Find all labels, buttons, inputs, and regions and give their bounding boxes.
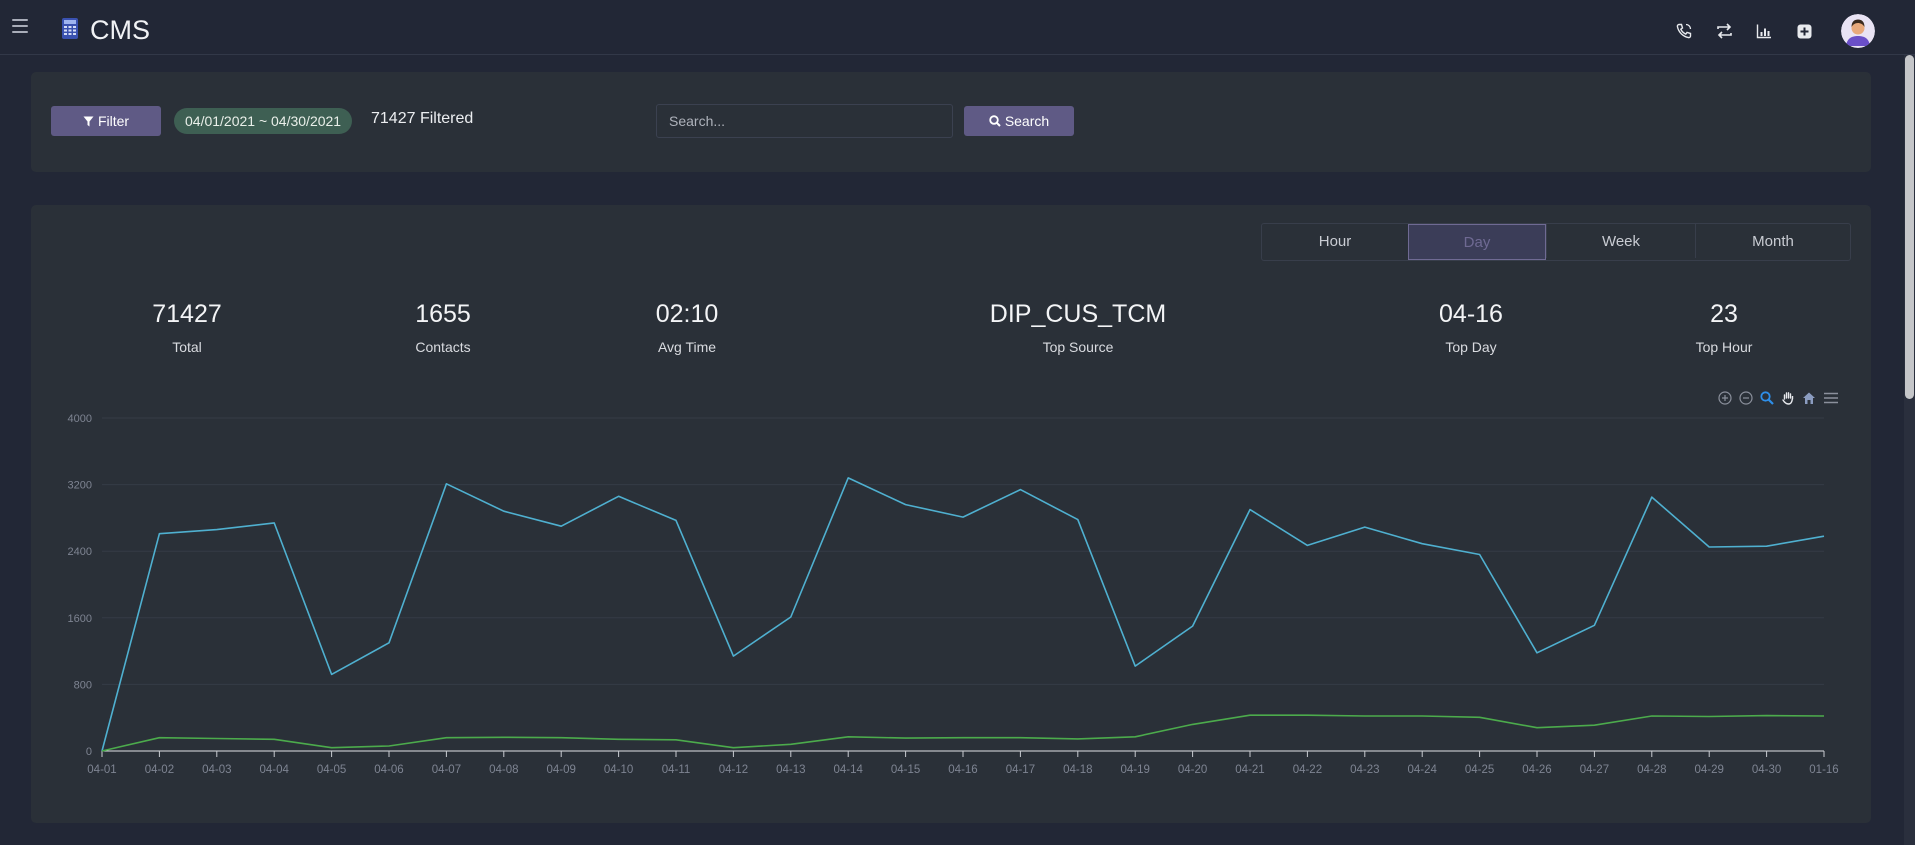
x-tick-label: 04-21 xyxy=(1235,764,1264,776)
x-tick-label: 04-25 xyxy=(1465,764,1494,776)
filter-button[interactable]: Filter xyxy=(51,106,161,136)
top-navbar: CMS xyxy=(0,0,1915,55)
x-tick-label: 04-05 xyxy=(317,764,346,776)
x-tick-label: 04-13 xyxy=(776,764,805,776)
page-scrollbar[interactable] xyxy=(1904,55,1915,845)
x-tick-label: 04-18 xyxy=(1063,764,1092,776)
x-tick-label: 04-15 xyxy=(891,764,920,776)
search-input[interactable] xyxy=(656,104,953,138)
x-tick-label: 04-29 xyxy=(1694,764,1723,776)
x-tick-label: 04-16 xyxy=(948,764,977,776)
x-tick-label: 04-17 xyxy=(1006,764,1035,776)
y-tick-label: 4000 xyxy=(68,413,92,425)
x-tick-label: 04-12 xyxy=(719,764,748,776)
x-tick-label: 04-02 xyxy=(145,764,174,776)
x-tick-label: 04-06 xyxy=(374,764,403,776)
x-tick-label: 04-01 xyxy=(87,764,116,776)
y-tick-label: 0 xyxy=(86,746,92,758)
search-button-label: Search xyxy=(1004,113,1050,129)
x-tick-label: 04-09 xyxy=(546,764,575,776)
phone-call-icon[interactable] xyxy=(1671,18,1697,44)
x-tick-label: 04-11 xyxy=(662,764,691,776)
date-range-badge[interactable]: 04/01/2021 ~ 04/30/2021 xyxy=(174,108,353,134)
y-tick-label: 800 xyxy=(74,679,92,691)
swap-arrows-icon[interactable] xyxy=(1711,18,1737,44)
y-tick-label: 1600 xyxy=(68,613,92,625)
filter-button-label: Filter xyxy=(97,113,130,129)
x-tick-label: 04-24 xyxy=(1407,764,1437,776)
series-line-2 xyxy=(101,714,1825,752)
y-tick-label: 3200 xyxy=(68,480,92,492)
x-tick-label: 04-23 xyxy=(1350,764,1379,776)
user-avatar[interactable] xyxy=(1841,14,1875,48)
y-tick-label: 2400 xyxy=(68,546,92,558)
x-tick-label: 04-20 xyxy=(1178,764,1207,776)
hamburger-menu-icon[interactable] xyxy=(12,19,28,33)
app-title: CMS xyxy=(90,15,150,45)
x-tick-label: 04-08 xyxy=(489,764,518,776)
add-square-icon[interactable] xyxy=(1791,18,1817,44)
x-tick-label: 04-14 xyxy=(833,764,863,776)
calculator-logo-icon xyxy=(62,18,78,39)
x-tick-label: 04-26 xyxy=(1522,764,1551,776)
search-icon xyxy=(989,115,1001,127)
filtered-count: 71427 Filtered xyxy=(371,110,474,127)
bar-chart-icon[interactable] xyxy=(1751,18,1777,44)
x-tick-label: 04-19 xyxy=(1120,764,1149,776)
x-tick-label: 04-03 xyxy=(202,764,231,776)
x-tick-label: 01-16 xyxy=(1809,764,1838,776)
search-button[interactable]: Search xyxy=(964,106,1074,136)
x-tick-label: 04-30 xyxy=(1752,764,1781,776)
chart-card: Hour Day Week Month 71427 Total 1655 Con… xyxy=(31,205,1871,823)
line-chart: 0 800 1600 2400 3200 4000 04-01 04-02 04-03 04-04… xyxy=(68,413,1839,776)
x-tick-label: 04-07 xyxy=(432,764,461,776)
x-tick-label: 04-04 xyxy=(259,764,289,776)
x-tick-label: 04-28 xyxy=(1637,764,1666,776)
x-tick-label: 04-27 xyxy=(1580,764,1609,776)
funnel-icon xyxy=(83,116,94,126)
filter-card: Filter 04/01/2021 ~ 04/30/2021 71427 Fil… xyxy=(31,72,1871,172)
scrollbar-thumb[interactable] xyxy=(1905,55,1914,399)
series-line-1 xyxy=(101,477,1825,752)
x-tick-label: 04-22 xyxy=(1293,764,1322,776)
x-tick-label: 04-10 xyxy=(604,764,633,776)
